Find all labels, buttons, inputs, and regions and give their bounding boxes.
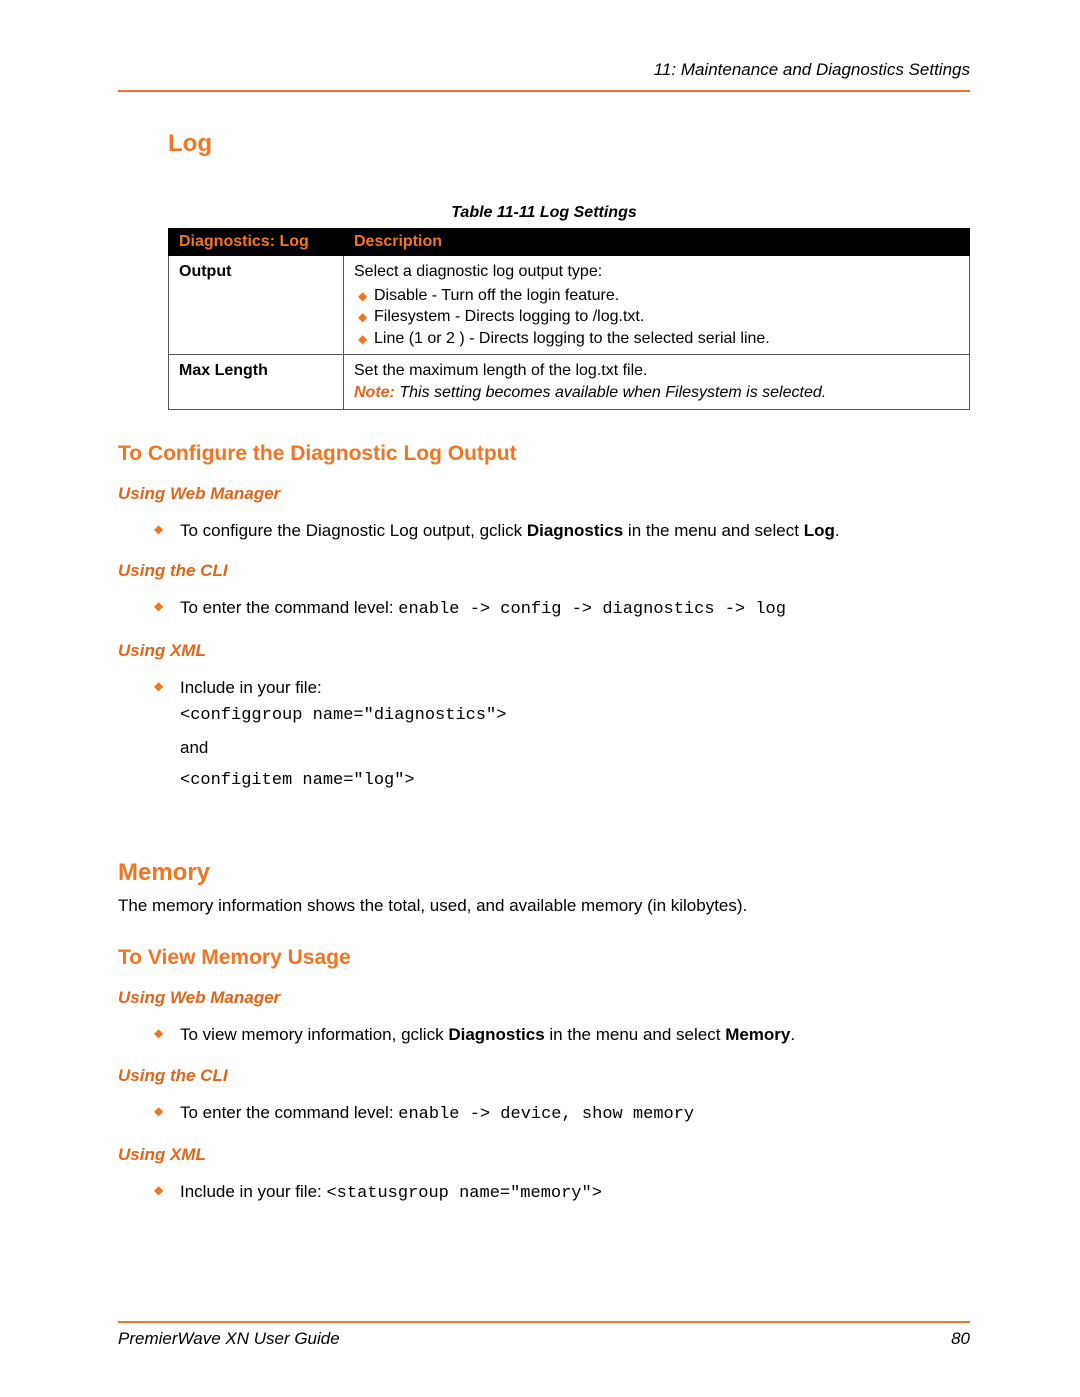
list-item-text: Filesystem - Directs logging to /log.txt… — [374, 308, 644, 325]
list-item-text: Line (1 or 2 ) - Directs logging to the … — [374, 330, 770, 347]
text: Include in your file: — [180, 1182, 326, 1201]
body-list: To enter the command level: enable -> co… — [118, 595, 970, 623]
diamond-icon: ◆ — [358, 288, 374, 304]
bold-text: Diagnostics — [527, 521, 623, 540]
method-heading-web: Using Web Manager — [118, 988, 970, 1008]
table-cell-desc: Select a diagnostic log output type: ◆Di… — [344, 256, 970, 355]
body-list: To configure the Diagnostic Log output, … — [118, 518, 970, 544]
list-item: To enter the command level: enable -> co… — [154, 595, 970, 623]
method-heading-xml: Using XML — [118, 641, 970, 661]
section-heading-memory: Memory — [118, 859, 970, 887]
body-list: Include in your file: <statusgroup name=… — [118, 1179, 970, 1207]
bold-text: Memory — [725, 1025, 790, 1044]
text: in the menu and select — [623, 521, 804, 540]
body-paragraph: The memory information shows the total, … — [118, 893, 970, 919]
subsection-heading-view-memory: To View Memory Usage — [118, 946, 970, 970]
indented-block: <configgroup name="diagnostics"> and <co… — [180, 700, 970, 797]
text: Include in your file: — [180, 678, 322, 697]
note-label: Note: — [354, 384, 395, 401]
table-cell-text: Set the maximum length of the log.txt fi… — [354, 360, 959, 382]
text: . — [790, 1025, 795, 1044]
code-line: <configitem name="log"> — [180, 765, 970, 797]
text-line: and — [180, 732, 970, 764]
text: To enter the command level: — [180, 598, 398, 617]
method-heading-xml: Using XML — [118, 1145, 970, 1165]
list-item: To enter the command level: enable -> de… — [154, 1100, 970, 1128]
note-body: This setting becomes available when File… — [395, 384, 826, 401]
list-item: Include in your file: — [154, 675, 970, 701]
table-row: Output Select a diagnostic log output ty… — [169, 256, 970, 355]
table-caption: Table 11-11 Log Settings — [118, 204, 970, 222]
footer-guide-title: PremierWave XN User Guide — [118, 1329, 340, 1349]
text: . — [835, 521, 840, 540]
running-header: 11: Maintenance and Diagnostics Settings — [118, 60, 970, 80]
table-cell-label: Max Length — [169, 355, 344, 409]
list-item: To view memory information, gclick Diagn… — [154, 1022, 970, 1048]
table-cell-text: Select a diagnostic log output type: — [354, 263, 602, 280]
footer-page-number: 80 — [951, 1329, 970, 1349]
code-text: enable -> device, show memory — [398, 1105, 694, 1124]
footer-rule — [118, 1321, 970, 1323]
code-text: <statusgroup name="memory"> — [326, 1184, 601, 1203]
text: To view memory information, gclick — [180, 1025, 448, 1044]
method-heading-web: Using Web Manager — [118, 484, 970, 504]
text: To configure the Diagnostic Log output, … — [180, 521, 527, 540]
subsection-heading-configure-log: To Configure the Diagnostic Log Output — [118, 442, 970, 466]
table-note: Note: This setting becomes available whe… — [354, 382, 959, 404]
method-heading-cli: Using the CLI — [118, 561, 970, 581]
list-item: To configure the Diagnostic Log output, … — [154, 518, 970, 544]
page-footer: PremierWave XN User Guide 80 — [118, 1321, 970, 1349]
text: To enter the command level: — [180, 1103, 398, 1122]
list-item-text: Disable - Turn off the login feature. — [374, 287, 619, 304]
table-cell-list: ◆Disable - Turn off the login feature. ◆… — [354, 285, 959, 350]
diamond-icon: ◆ — [358, 309, 374, 325]
diamond-icon: ◆ — [358, 331, 374, 347]
code-line: <configgroup name="diagnostics"> — [180, 700, 970, 732]
table-header-col2: Description — [344, 229, 970, 256]
body-list: Include in your file: — [118, 675, 970, 701]
method-heading-cli: Using the CLI — [118, 1066, 970, 1086]
list-item: Include in your file: <statusgroup name=… — [154, 1179, 970, 1207]
table-cell-desc: Set the maximum length of the log.txt fi… — [344, 355, 970, 409]
table-row: Max Length Set the maximum length of the… — [169, 355, 970, 409]
page-body: 11: Maintenance and Diagnostics Settings… — [0, 0, 1080, 1207]
body-list: To view memory information, gclick Diagn… — [118, 1022, 970, 1048]
section-heading-log: Log — [168, 130, 970, 158]
table-header-col1: Diagnostics: Log — [169, 229, 344, 256]
table-cell-label: Output — [169, 256, 344, 355]
code-text: enable -> config -> diagnostics -> log — [398, 600, 786, 619]
body-list: To enter the command level: enable -> de… — [118, 1100, 970, 1128]
bold-text: Log — [804, 521, 835, 540]
header-rule — [118, 90, 970, 92]
text: in the menu and select — [545, 1025, 726, 1044]
bold-text: Diagnostics — [448, 1025, 544, 1044]
log-settings-table: Diagnostics: Log Description Output Sele… — [168, 228, 970, 410]
